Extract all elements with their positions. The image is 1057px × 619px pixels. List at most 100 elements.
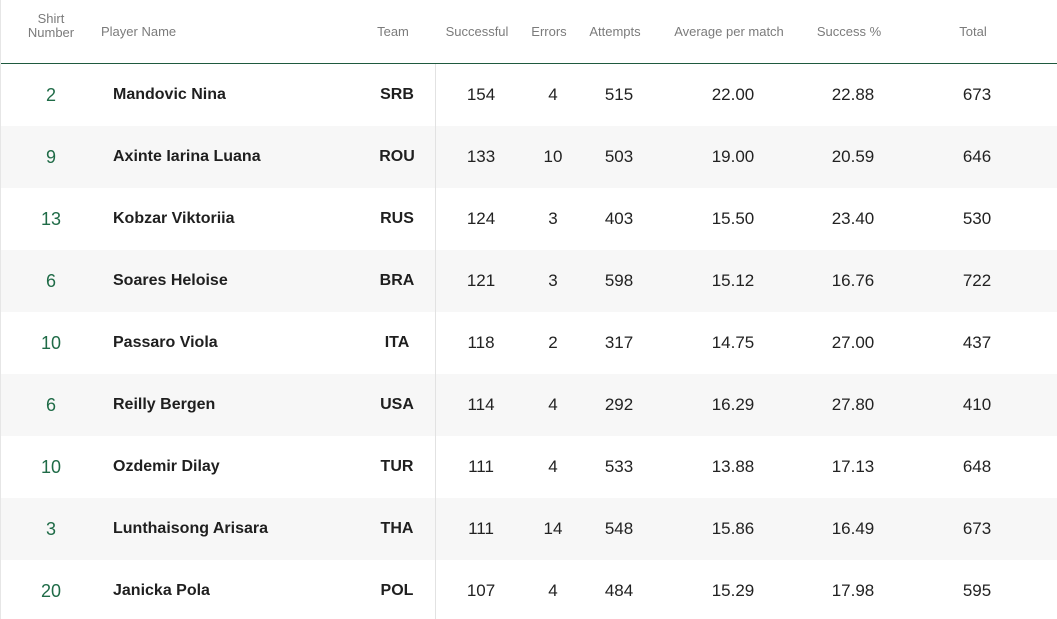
team-cell: ROU [379, 148, 415, 165]
average-per-match-cell: 14.75 [711, 333, 755, 352]
team-cell: RUS [380, 210, 414, 227]
average-per-match-cell: 16.29 [711, 395, 755, 414]
successful-cell: 114 [467, 395, 495, 414]
header-shirt-line2: Number [27, 25, 75, 40]
success-percent-cell: 27.80 [831, 395, 875, 414]
average-per-match-cell: 15.50 [711, 209, 755, 228]
player-name-cell[interactable]: Mandovic Nina [113, 64, 353, 126]
table-body: 2 Mandovic Nina SRB 154 4 515 22.00 22.8… [1, 64, 1057, 619]
attempts-cell: 292 [604, 395, 634, 414]
table-row[interactable]: 6 Reilly Bergen USA 114 4 292 16.29 27.8… [1, 374, 1057, 436]
success-percent-cell: 17.98 [831, 581, 875, 600]
header-average-per-match[interactable]: Average per match [665, 0, 793, 64]
success-percent-cell: 17.13 [831, 457, 875, 476]
table-row[interactable]: 6 Soares Heloise BRA 121 3 598 15.12 16.… [1, 250, 1057, 312]
total-cell: 595 [962, 581, 992, 600]
success-percent-cell: 16.76 [831, 271, 875, 290]
table-row[interactable]: 20 Janicka Pola POL 107 4 484 15.29 17.9… [1, 560, 1057, 619]
shirt-number-cell: 6 [45, 270, 56, 291]
total-cell: 437 [962, 333, 992, 352]
header-total[interactable]: Total [933, 0, 1013, 64]
player-name-cell[interactable]: Soares Heloise [113, 250, 353, 312]
average-per-match-cell: 15.12 [711, 271, 755, 290]
success-percent-cell: 27.00 [831, 333, 875, 352]
table-row[interactable]: 2 Mandovic Nina SRB 154 4 515 22.00 22.8… [1, 64, 1057, 126]
shirt-number-cell: 3 [45, 518, 56, 539]
table-row[interactable]: 9 Axinte Iarina Luana ROU 133 10 503 19.… [1, 126, 1057, 188]
player-name-cell[interactable]: Reilly Bergen [113, 374, 353, 436]
shirt-number-cell: 10 [40, 456, 62, 477]
player-name-cell[interactable]: Ozdemir Dilay [113, 436, 353, 498]
total-cell: 530 [962, 209, 992, 228]
average-per-match-cell: 15.29 [711, 581, 755, 600]
average-per-match-cell: 19.00 [711, 147, 755, 166]
header-shirt-number[interactable]: Shirt Number [1, 0, 101, 64]
player-name-cell[interactable]: Lunthaisong Arisara [113, 498, 353, 560]
team-cell: THA [380, 520, 414, 537]
errors-cell: 4 [548, 581, 558, 600]
total-cell: 722 [962, 271, 992, 290]
team-cell: POL [380, 582, 414, 599]
table-row[interactable]: 13 Kobzar Viktoriia RUS 124 3 403 15.50 … [1, 188, 1057, 250]
team-cell: TUR [380, 458, 414, 475]
errors-cell: 10 [543, 147, 563, 166]
header-errors[interactable]: Errors [525, 0, 573, 64]
team-cell: ITA [384, 334, 410, 351]
team-cell: BRA [379, 272, 415, 289]
attempts-cell: 598 [604, 271, 634, 290]
attempts-cell: 515 [604, 85, 634, 104]
player-name-cell[interactable]: Axinte Iarina Luana [113, 126, 353, 188]
attempts-cell: 403 [604, 209, 634, 228]
average-per-match-cell: 22.00 [711, 85, 755, 104]
shirt-number-cell: 13 [40, 208, 62, 229]
errors-cell: 3 [548, 271, 558, 290]
header-attempts[interactable]: Attempts [583, 0, 647, 64]
total-cell: 673 [962, 519, 992, 538]
attempts-cell: 548 [604, 519, 634, 538]
successful-cell: 154 [466, 85, 496, 104]
table-row[interactable]: 10 Ozdemir Dilay TUR 111 4 533 13.88 17.… [1, 436, 1057, 498]
table-row[interactable]: 3 Lunthaisong Arisara THA 111 14 548 15.… [1, 498, 1057, 560]
header-successful[interactable]: Successful [439, 0, 515, 64]
total-cell: 646 [962, 147, 992, 166]
successful-cell: 111 [468, 519, 494, 538]
team-cell: USA [380, 396, 414, 413]
attempts-cell: 484 [604, 581, 634, 600]
header-success-percent[interactable]: Success % [807, 0, 891, 64]
shirt-number-cell: 10 [40, 332, 62, 353]
table-row[interactable]: 10 Passaro Viola ITA 118 2 317 14.75 27.… [1, 312, 1057, 374]
player-name-cell[interactable]: Janicka Pola [113, 560, 353, 619]
errors-cell: 4 [548, 457, 558, 476]
header-player-name[interactable]: Player Name [101, 0, 361, 64]
successful-cell: 133 [466, 147, 496, 166]
shirt-number-cell: 9 [45, 146, 56, 167]
player-name-cell[interactable]: Passaro Viola [113, 312, 353, 374]
header-team[interactable]: Team [361, 0, 425, 64]
errors-cell: 3 [548, 209, 558, 228]
success-percent-cell: 20.59 [831, 147, 875, 166]
success-percent-cell: 23.40 [831, 209, 875, 228]
shirt-number-cell: 6 [45, 394, 56, 415]
total-cell: 648 [962, 457, 992, 476]
attempts-cell: 317 [604, 333, 634, 352]
success-percent-cell: 16.49 [831, 519, 875, 538]
successful-cell: 121 [466, 271, 496, 290]
attempts-cell: 503 [604, 147, 634, 166]
total-cell: 410 [962, 395, 992, 414]
successful-cell: 107 [466, 581, 496, 600]
shirt-number-cell: 2 [45, 84, 56, 105]
shirt-number-cell: 20 [40, 580, 62, 601]
errors-cell: 4 [548, 85, 558, 104]
errors-cell: 2 [548, 333, 558, 352]
player-stats-table: Shirt Number Player Name Team Successful… [0, 0, 1057, 619]
average-per-match-cell: 15.86 [711, 519, 755, 538]
column-divider [435, 64, 436, 619]
header-shirt-line1: Shirt [37, 11, 65, 26]
success-percent-cell: 22.88 [831, 85, 875, 104]
total-cell: 673 [962, 85, 992, 104]
attempts-cell: 533 [604, 457, 634, 476]
team-cell: SRB [380, 86, 414, 103]
successful-cell: 124 [466, 209, 496, 228]
errors-cell: 4 [548, 395, 558, 414]
player-name-cell[interactable]: Kobzar Viktoriia [113, 188, 353, 250]
